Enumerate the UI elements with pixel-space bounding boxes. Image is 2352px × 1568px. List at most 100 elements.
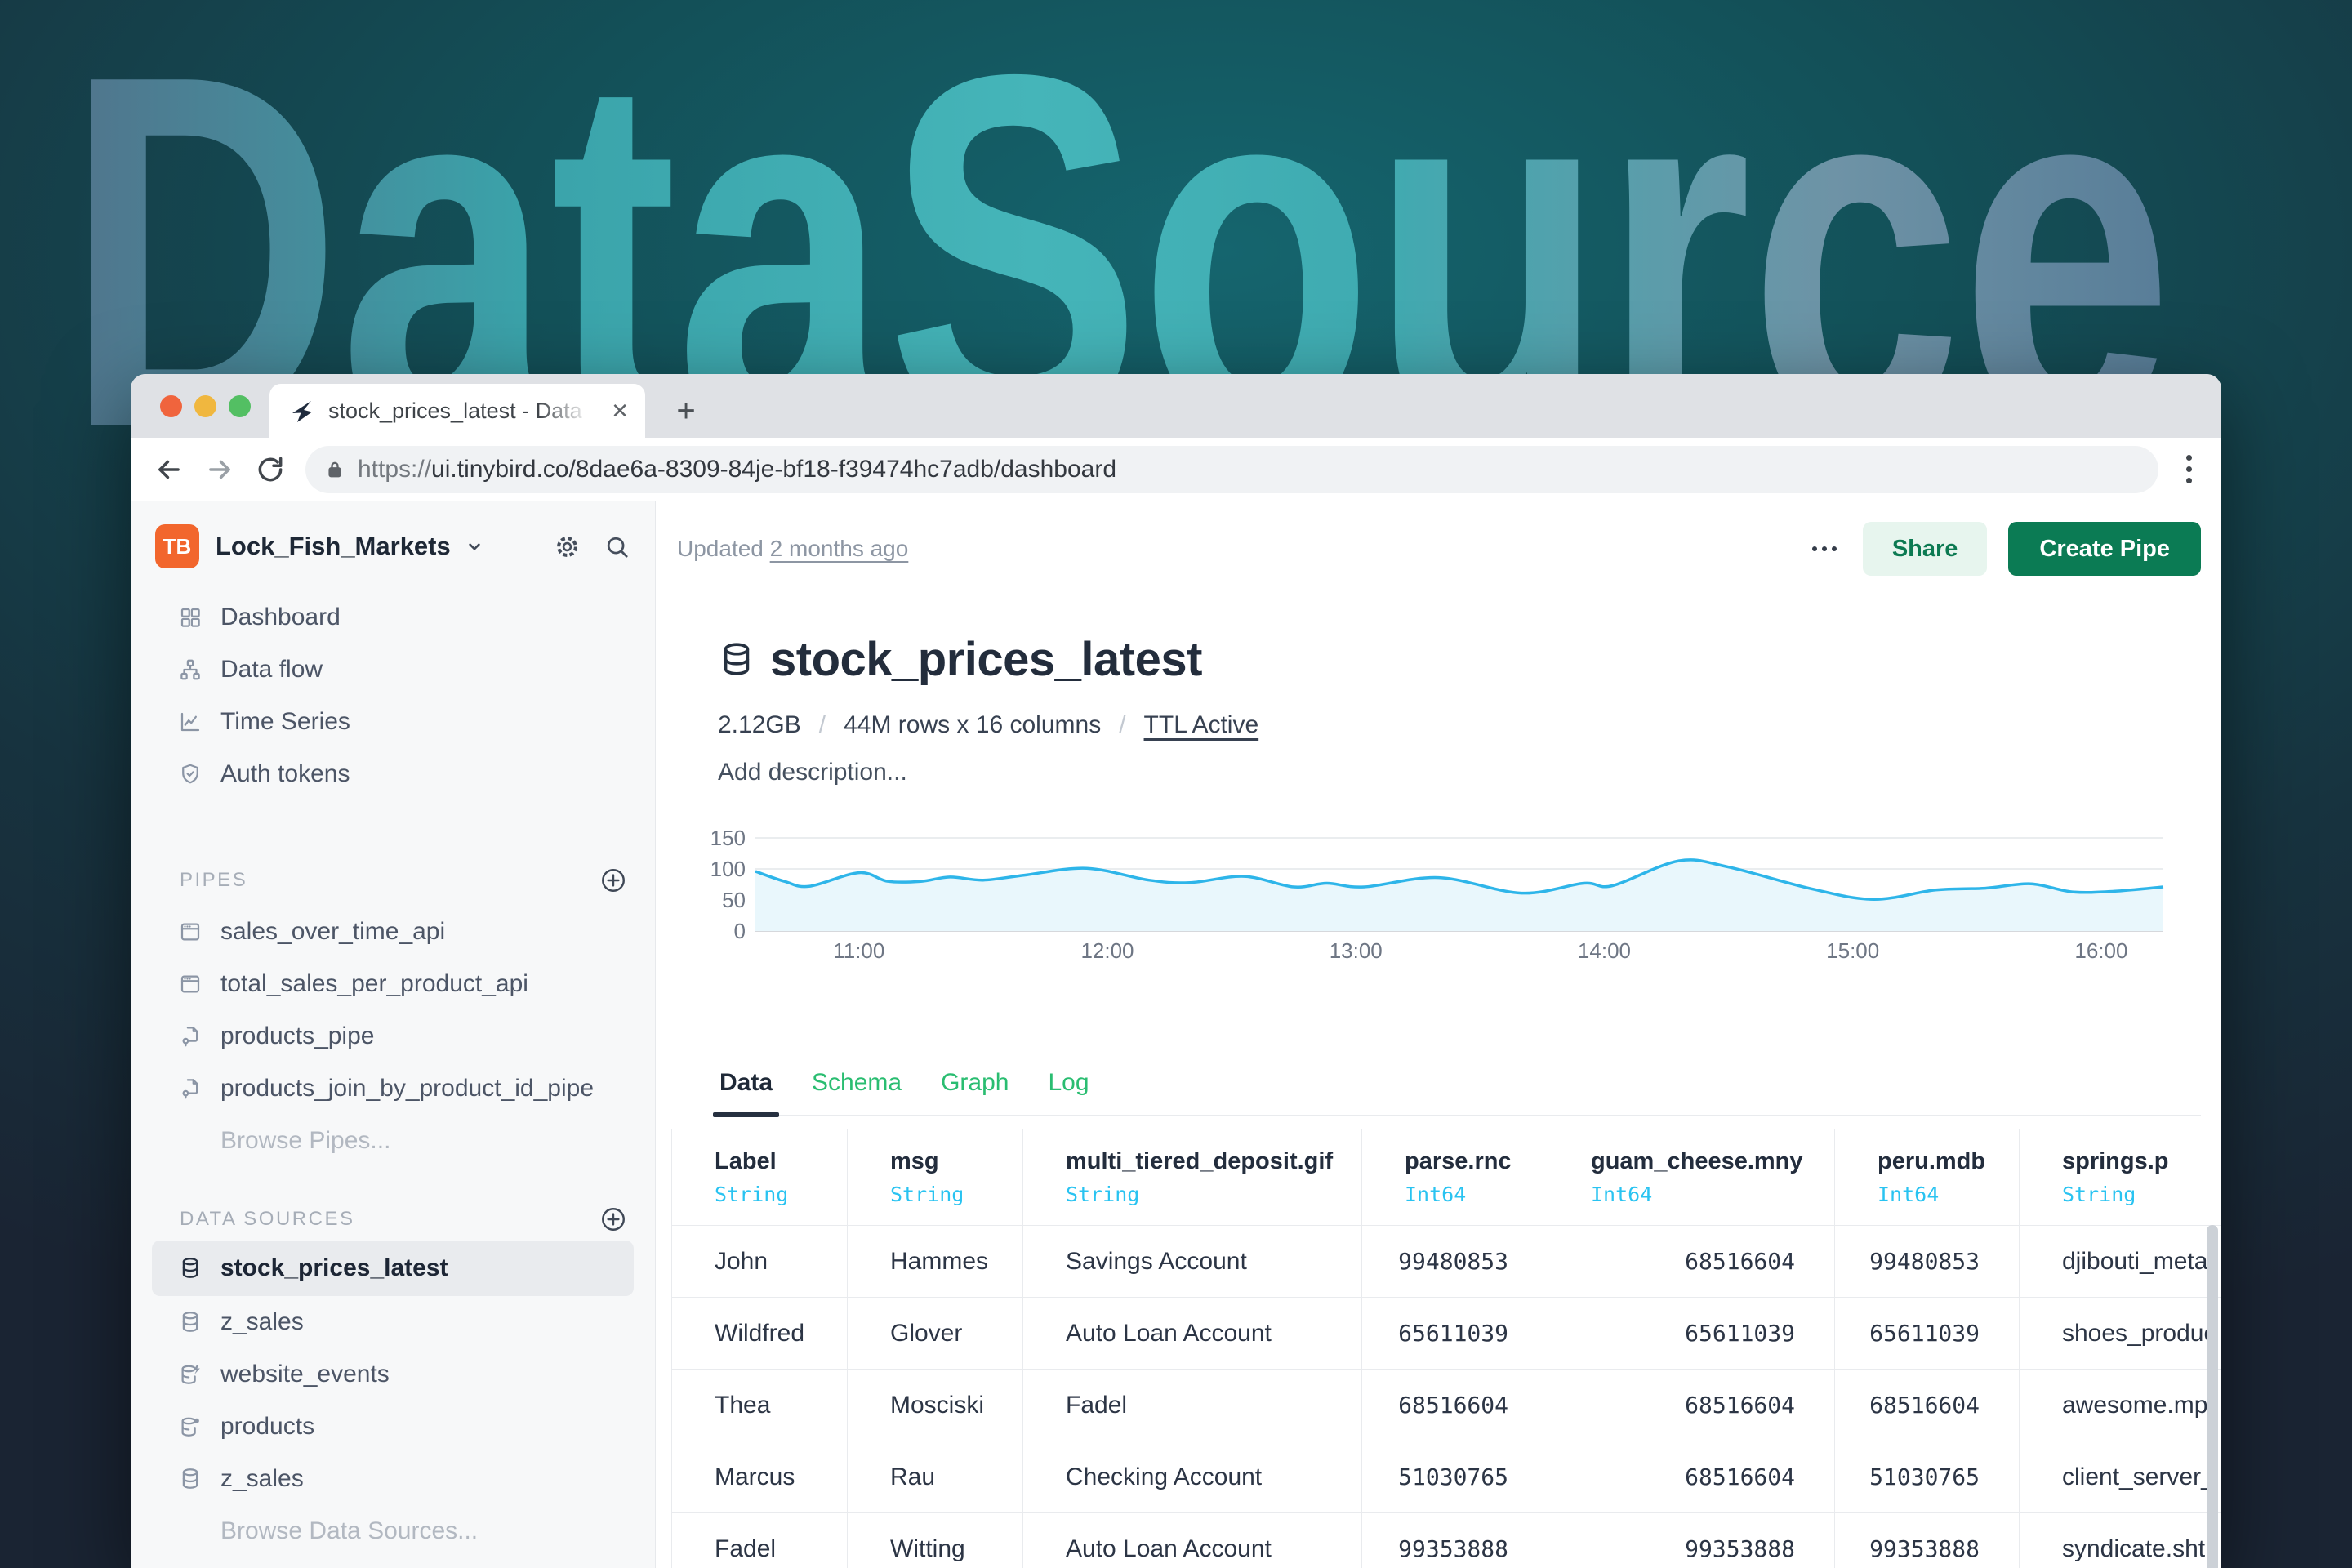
table-cell: John [672, 1226, 848, 1298]
workspace-name: Lock_Fish_Markets [216, 532, 451, 561]
column-header-msg: msgString [848, 1129, 1023, 1226]
add-description-placeholder[interactable]: Add description... [718, 759, 2201, 786]
table-cell: 65611039 [1362, 1298, 1548, 1370]
datasource-item-label: stock_prices_latest [220, 1254, 448, 1282]
updated-time-link[interactable]: 2 months ago [770, 536, 909, 561]
column-header-peru-mdb: peru.mdbInt64 [1835, 1129, 2020, 1226]
add-datasource-icon[interactable] [599, 1205, 627, 1233]
datasource-meta: 2.12GB / 44M rows x 16 columns / TTL Act… [718, 711, 2201, 739]
datasource-item-z-sales[interactable]: z_sales [131, 1453, 655, 1505]
datasource-item-label: z_sales [220, 1308, 304, 1336]
table-cell: client_server_ [2020, 1441, 2221, 1513]
browse-datasources-link[interactable]: Browse Data Sources... [131, 1505, 655, 1557]
column-name: guam_cheese.mny [1591, 1148, 1795, 1175]
forward-icon[interactable] [204, 454, 235, 485]
dashboard-icon [178, 605, 203, 630]
nav-item-label: Time Series [220, 708, 350, 736]
column-type: String [2062, 1183, 2181, 1206]
tab-data[interactable]: Data [718, 1069, 774, 1115]
ttl-link[interactable]: TTL Active [1144, 711, 1259, 739]
pipe-item-sales-over-time-api[interactable]: sales_over_time_api [131, 906, 655, 958]
datasource-item-z-sales[interactable]: z_sales [131, 1296, 655, 1348]
tab-log[interactable]: Log [1046, 1069, 1090, 1115]
table-cell: shoes_produc [2020, 1298, 2221, 1370]
y-axis-tick: 50 [680, 888, 746, 912]
datasource-item-products[interactable]: products [131, 1401, 655, 1453]
pipes-section-header: PIPES [131, 867, 655, 893]
browser-tab-strip: stock_prices_latest - Data Sour ✕ + [131, 374, 2221, 438]
table-cell: Fadel [672, 1513, 848, 1568]
column-header-multi-tiered-deposit-gif: multi_tiered_deposit.gif String [1023, 1129, 1362, 1226]
pipe-item-products-pipe[interactable]: products_pipe [131, 1010, 655, 1062]
table-cell: Glover [848, 1298, 1023, 1370]
table-cell: 65611039 [1548, 1298, 1835, 1370]
nav-item-dashboard[interactable]: Dashboard [131, 591, 655, 644]
column-name: peru.mdb [1878, 1148, 1980, 1175]
workspace-switcher[interactable]: TB Lock_Fish_Markets [131, 521, 655, 572]
database-icon [178, 1256, 203, 1281]
sidebar-nav: Dashboard Data flow Time Series Auth tokens [131, 591, 655, 800]
new-tab-button[interactable]: + [666, 390, 706, 431]
browser-tab[interactable]: stock_prices_latest - Data Sour ✕ [270, 384, 645, 438]
add-pipe-icon[interactable] [599, 866, 627, 894]
datasource-item-stock-prices-latest[interactable]: stock_prices_latest [152, 1241, 634, 1296]
nav-item-auth-tokens[interactable]: Auth tokens [131, 748, 655, 800]
create-pipe-button[interactable]: Create Pipe [2008, 522, 2201, 576]
table-cell: 68516604 [1548, 1441, 1835, 1513]
x-axis-tick: 13:00 [1307, 938, 1405, 963]
tinybird-favicon [289, 398, 315, 424]
table-cell: syndicate.sht [2020, 1513, 2221, 1568]
x-axis-tick: 12:00 [1058, 938, 1156, 963]
column-name: multi_tiered_deposit.gif [1066, 1148, 1322, 1175]
column-name: msg [890, 1148, 983, 1175]
endpoint-icon [178, 972, 203, 996]
table-cell: 68516604 [1548, 1370, 1835, 1441]
datasources-section-label: DATA SOURCES [180, 1208, 354, 1231]
close-window-button[interactable] [160, 395, 182, 417]
datasource-item-website-events[interactable]: website_events [131, 1348, 655, 1401]
table-cell: 68516604 [1362, 1370, 1548, 1441]
browse-pipes-link[interactable]: Browse Pipes... [131, 1115, 655, 1167]
column-name: parse.rnc [1405, 1148, 1508, 1175]
table-cell: djibouti_meta [2020, 1226, 2221, 1298]
table-scrollbar[interactable] [2207, 1225, 2218, 1568]
nav-item-data-flow[interactable]: Data flow [131, 644, 655, 696]
tab-close-icon[interactable]: ✕ [611, 400, 629, 421]
table-cell: Checking Account [1023, 1441, 1362, 1513]
nav-item-label: Data flow [220, 656, 323, 684]
table-cell: 51030765 [1835, 1441, 2020, 1513]
minimize-window-button[interactable] [194, 395, 216, 417]
back-icon[interactable] [154, 454, 185, 485]
column-type: String [1066, 1183, 1322, 1206]
pipe-item-total-sales-per-product-api[interactable]: total_sales_per_product_api [131, 958, 655, 1010]
main-panel: Updated 2 months ago Share Create Pipe s… [656, 501, 2221, 1568]
nav-item-time-series[interactable]: Time Series [131, 696, 655, 748]
table-cell: Wildfred [672, 1298, 848, 1370]
url-bar[interactable]: https://ui.tinybird.co/8dae6a-8309-84je-… [305, 446, 2158, 493]
gear-icon[interactable] [554, 533, 581, 560]
more-options-icon[interactable] [1807, 538, 1842, 559]
share-button[interactable]: Share [1863, 522, 1988, 576]
pipe-item-label: products_pipe [220, 1022, 374, 1050]
reload-icon[interactable] [255, 454, 286, 485]
endpoint-icon [178, 920, 203, 944]
table-cell: 99480853 [1362, 1226, 1548, 1298]
zoom-window-button[interactable] [229, 395, 251, 417]
pipes-list: sales_over_time_apitotal_sales_per_produ… [131, 906, 655, 1115]
column-header-springs-p: springs.p String [2020, 1129, 2221, 1226]
lock-icon [323, 458, 346, 481]
tab-graph[interactable]: Graph [939, 1069, 1010, 1115]
table-cell: Mosciski [848, 1370, 1023, 1441]
table-cell: awesome.mp [2020, 1370, 2221, 1441]
page-header: Updated 2 months ago Share Create Pipe [656, 501, 2221, 567]
search-icon[interactable] [604, 533, 630, 560]
column-name: Label [715, 1148, 808, 1175]
database-dot-icon [178, 1414, 203, 1439]
tab-schema[interactable]: Schema [810, 1069, 903, 1115]
data-table: LabelStringmsgStringmulti_tiered_deposit… [671, 1129, 2221, 1568]
pipe-item-products-join-by-product-id-pipe[interactable]: products_join_by_product_id_pipe [131, 1062, 655, 1115]
column-name: springs.p [2062, 1148, 2181, 1175]
database-icon [178, 1310, 203, 1334]
browser-menu-icon[interactable] [2178, 450, 2200, 488]
table-cell: 99353888 [1835, 1513, 2020, 1568]
